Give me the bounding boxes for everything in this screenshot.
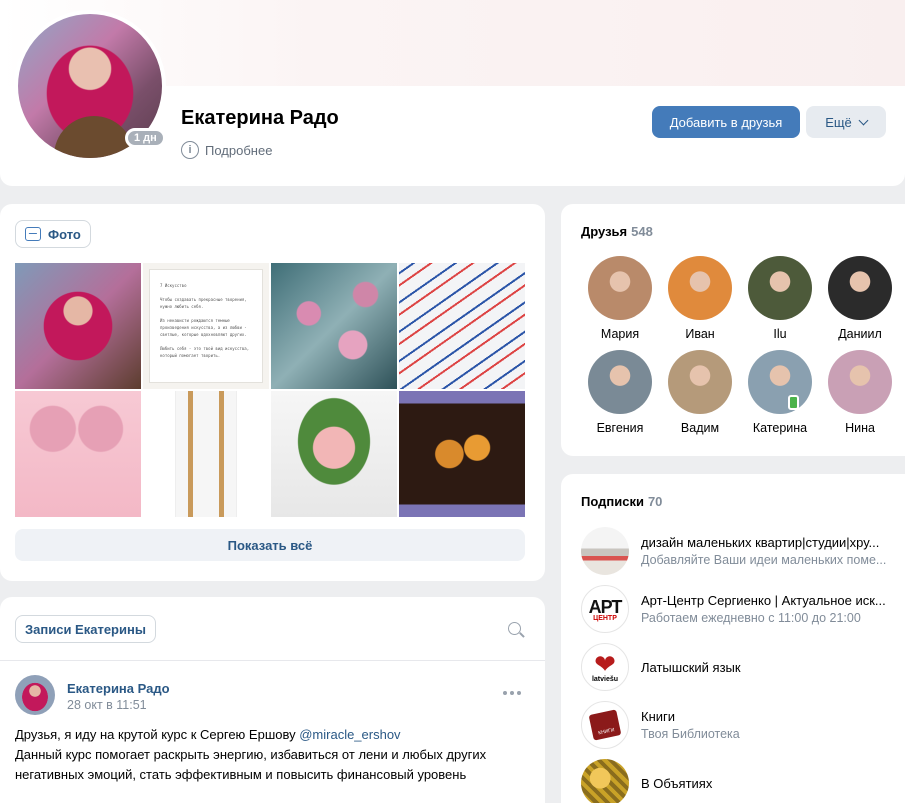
friend-name: Даниил bbox=[838, 327, 882, 341]
post-text-body: Данный курс помогает раскрыть энергию, и… bbox=[15, 747, 487, 782]
post-text: Друзья, я иду на крутой курс к Сергею Ер… bbox=[15, 725, 535, 785]
subscriptions-title-label: Подписки bbox=[581, 494, 644, 509]
friend-name: Вадим bbox=[680, 421, 720, 435]
friends-title[interactable]: Друзья 548 bbox=[581, 224, 653, 239]
photo-thumbnail[interactable] bbox=[271, 391, 397, 517]
book-icon: КНИГИ bbox=[588, 709, 622, 741]
friends-title-label: Друзья bbox=[581, 224, 628, 239]
add-friend-button[interactable]: Добавить в друзья bbox=[652, 106, 800, 138]
book-logo: КНИГИ bbox=[581, 701, 629, 749]
subscriptions-card: Подписки 70 дизайн маленьких квартир|студ… bbox=[561, 474, 905, 803]
paper-line: 7 Искусство bbox=[160, 283, 187, 288]
heart-logo: ❤ latviešu bbox=[581, 643, 629, 691]
post-time[interactable]: 28 окт в 11:51 bbox=[67, 698, 147, 712]
friend-item[interactable]: Мария bbox=[580, 256, 660, 341]
book-logo-sub: КНИГИ bbox=[597, 727, 616, 737]
art-center-logo-sub: ЦЕНТР bbox=[593, 614, 617, 622]
friend-item[interactable]: Нина bbox=[820, 350, 900, 435]
paper-line: Чтобы создавать прекрасные творения, нуж… bbox=[160, 297, 247, 309]
subscription-item[interactable]: В Объятиях bbox=[581, 759, 901, 803]
more-button[interactable]: Ещё bbox=[806, 106, 886, 138]
paper-note: 7 Искусство Чтобы создавать прекрасные т… bbox=[149, 269, 263, 383]
subscription-title: дизайн маленьких квартир|студии|хру... bbox=[641, 535, 880, 550]
friend-avatar bbox=[748, 256, 812, 320]
friend-item[interactable]: Иван bbox=[660, 256, 740, 341]
latvian-logo-sub: latviešu bbox=[591, 675, 619, 683]
info-icon: i bbox=[181, 141, 199, 159]
subscription-title: Латышский язык bbox=[641, 659, 741, 675]
posts-tab-label: Записи Екатерины bbox=[25, 621, 146, 637]
friend-item[interactable]: Евгения bbox=[580, 350, 660, 435]
show-all-photos-button[interactable]: Показать всё bbox=[15, 529, 525, 561]
last-seen-badge: 1 дн bbox=[125, 128, 166, 148]
friend-avatar bbox=[668, 350, 732, 414]
subscription-desc: Работаем ежедневно с 11:00 до 21:00 bbox=[641, 611, 861, 625]
friend-name: Катерина bbox=[752, 421, 808, 435]
profile-header: 1 дн Екатерина Радо i Подробнее Добавить… bbox=[0, 0, 905, 186]
details-label: Подробнее bbox=[205, 142, 273, 158]
subscriptions-count: 70 bbox=[647, 494, 663, 509]
subscription-title: Арт-Центр Сергиенко | Актуальное иск... bbox=[641, 593, 886, 608]
friend-avatar bbox=[828, 256, 892, 320]
friend-item[interactable]: Даниил bbox=[820, 256, 900, 341]
heart-icon: ❤ bbox=[594, 648, 616, 679]
post-menu-icon[interactable] bbox=[503, 691, 521, 695]
photo-thumbnail[interactable]: 7 Искусство Чтобы создавать прекрасные т… bbox=[143, 263, 269, 389]
friend-avatar bbox=[588, 256, 652, 320]
friend-name: Евгения bbox=[596, 421, 644, 435]
posts-header: Записи Екатерины bbox=[0, 597, 545, 661]
subscription-avatar bbox=[581, 527, 629, 575]
photo-thumbnail[interactable] bbox=[399, 263, 525, 389]
friend-item[interactable]: Вадим bbox=[660, 350, 740, 435]
post-author[interactable]: Екатерина Радо bbox=[67, 681, 170, 696]
subscription-desc: Твоя Библиотека bbox=[641, 727, 740, 741]
friends-count: 548 bbox=[631, 224, 653, 239]
subscription-title: Книги bbox=[641, 709, 676, 724]
subscription-item[interactable]: КНИГИ Книги Твоя Библиотека bbox=[581, 701, 901, 749]
details-link[interactable]: i Подробнее bbox=[181, 141, 272, 159]
photos-tab-label: Фото bbox=[48, 226, 81, 242]
photo-thumbnail[interactable] bbox=[399, 391, 525, 517]
subscription-title: В Объятиях bbox=[641, 775, 713, 791]
photo-icon bbox=[25, 227, 41, 241]
photo-grid: 7 Искусство Чтобы создавать прекрасные т… bbox=[15, 263, 525, 517]
paper-line: Из ненависти рождаются темные произведен… bbox=[160, 318, 247, 337]
post-mention-link[interactable]: @miracle_ershov bbox=[299, 727, 400, 742]
mobile-online-icon bbox=[788, 395, 799, 410]
photo-thumbnail[interactable] bbox=[143, 391, 269, 517]
chevron-down-icon bbox=[858, 115, 869, 125]
friends-card: Друзья 548 Мария Иван Ilu Даниил Евгения … bbox=[561, 204, 905, 456]
friends-grid: Мария Иван Ilu Даниил Евгения Вадим Кате… bbox=[580, 256, 900, 435]
subscription-item[interactable]: дизайн маленьких квартир|студии|хру... Д… bbox=[581, 527, 901, 575]
subscription-desc: Добавляйте Ваши идеи маленьких поме... bbox=[641, 553, 887, 567]
art-center-logo: АРТ ЦЕНТР bbox=[581, 585, 629, 633]
photo-thumbnail[interactable] bbox=[15, 391, 141, 517]
friend-item[interactable]: Ilu bbox=[740, 256, 820, 341]
friend-name: Мария bbox=[600, 327, 640, 341]
photos-card: Фото 7 Искусство Чтобы создавать прекрас… bbox=[0, 204, 545, 581]
posts-tab[interactable]: Записи Екатерины bbox=[15, 615, 156, 643]
post-author-avatar[interactable] bbox=[15, 675, 55, 715]
profile-name: Екатерина Радо bbox=[181, 107, 339, 129]
photo-thumbnail[interactable] bbox=[271, 263, 397, 389]
friend-item[interactable]: Катерина bbox=[740, 350, 820, 435]
more-label: Ещё bbox=[825, 114, 852, 130]
friend-avatar bbox=[828, 350, 892, 414]
subscription-avatar bbox=[581, 759, 629, 803]
friend-avatar bbox=[668, 256, 732, 320]
subscription-item[interactable]: АРТ ЦЕНТР Арт-Центр Сергиенко | Актуальн… bbox=[581, 585, 901, 633]
friend-avatar bbox=[588, 350, 652, 414]
photos-tab[interactable]: Фото bbox=[15, 220, 91, 248]
paper-line: Любить себя - это твой вид искусства, ко… bbox=[160, 346, 250, 358]
friend-name: Ilu bbox=[773, 327, 787, 341]
friend-avatar bbox=[748, 350, 812, 414]
friend-name: Нина bbox=[845, 421, 875, 435]
search-icon[interactable] bbox=[508, 622, 521, 635]
subscription-item[interactable]: ❤ latviešu Латышский язык bbox=[581, 643, 901, 691]
photo-thumbnail[interactable] bbox=[15, 263, 141, 389]
subscriptions-title[interactable]: Подписки 70 bbox=[581, 494, 662, 509]
post-text-intro: Друзья, я иду на крутой курс к Сергею Ер… bbox=[15, 727, 300, 742]
friend-name: Иван bbox=[685, 327, 715, 341]
posts-card: Записи Екатерины Екатерина Радо 28 окт в… bbox=[0, 597, 545, 803]
